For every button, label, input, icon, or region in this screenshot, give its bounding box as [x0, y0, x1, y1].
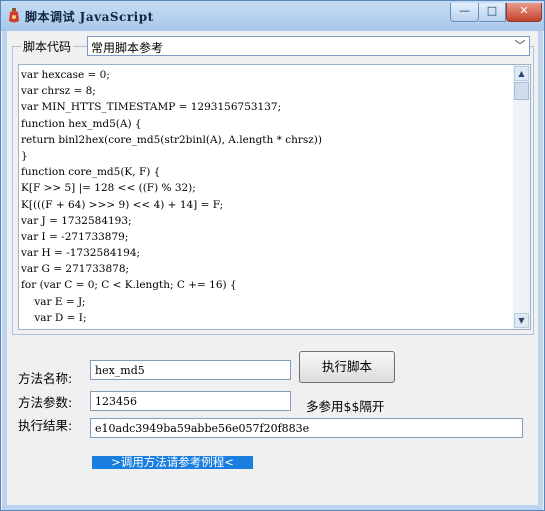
code-line: var chrsz = 8; — [21, 85, 96, 98]
method-name-input[interactable]: hex_md5 — [90, 360, 291, 380]
dropdown-value: 常用脚本参考 — [91, 41, 164, 55]
maximize-button[interactable]: □ — [479, 3, 506, 22]
code-line: for (var C = 0; C < K.length; C += 16) { — [21, 279, 237, 292]
code-line: var hexcase = 0; — [21, 69, 110, 81]
vertical-scrollbar[interactable]: ▲ ▼ — [513, 65, 530, 329]
maximize-icon: □ — [486, 4, 498, 17]
script-debug-window: 脚本调试 JavaScript — □ ✕ 脚本代码 常用脚本参考 ﹀ var … — [0, 0, 545, 511]
minimize-icon: — — [459, 4, 470, 17]
scroll-thumb[interactable] — [514, 82, 529, 100]
method-param-value: 123456 — [95, 395, 137, 408]
code-line: var D = I; — [21, 311, 87, 324]
close-button[interactable]: ✕ — [506, 3, 542, 22]
result-field[interactable]: e10adc3949ba59abbe56e057f20f883e — [90, 418, 523, 438]
code-line: var MIN_HTTS_TIMESTAMP = 1293156753137; — [21, 101, 282, 114]
scroll-down-icon[interactable]: ▼ — [514, 313, 529, 328]
code-line: var H = -1732584194; — [21, 247, 141, 260]
code-line: var I = -271733879; — [21, 230, 129, 243]
code-text[interactable]: var hexcase = 0; var chrsz = 8; var MIN_HT… — [21, 67, 515, 329]
code-editor[interactable]: var hexcase = 0; var chrsz = 8; var MIN_HT… — [18, 64, 531, 330]
method-name-value: hex_md5 — [95, 364, 145, 377]
script-code-label: 脚本代码 — [21, 38, 74, 55]
minimize-button[interactable]: — — [450, 3, 479, 22]
code-line: var J = 1732584193; — [21, 214, 132, 227]
code-line: function core_md5(K, F) { — [21, 166, 161, 179]
method-param-label: 方法参数: — [18, 395, 73, 410]
run-script-button[interactable]: 执行脚本 — [299, 351, 395, 383]
result-label: 执行结果: — [18, 418, 73, 433]
param-hint: 多参用$$隔开 — [306, 399, 385, 414]
code-line: var G = 271733878; — [21, 263, 130, 276]
scroll-up-icon[interactable]: ▲ — [514, 66, 529, 81]
window-title: 脚本调试 JavaScript — [25, 10, 154, 24]
close-icon: ✕ — [519, 4, 529, 17]
example-link[interactable]: >调用方法请参考例程< — [92, 456, 253, 469]
code-line: K[(((F + 64) >>> 9) << 4) + 14] = F; — [21, 198, 224, 211]
method-name-label: 方法名称: — [18, 371, 73, 386]
code-line: K[F >> 5] |= 128 << ((F) % 32); — [21, 182, 196, 195]
code-line: return binl2hex(core_md5(str2binl(A), A.… — [21, 133, 322, 146]
result-value: e10adc3949ba59abbe56e057f20f883e — [95, 422, 310, 435]
app-icon — [9, 8, 19, 23]
script-reference-dropdown[interactable]: 常用脚本参考 ﹀ — [87, 36, 530, 56]
chevron-down-icon[interactable]: ﹀ — [512, 38, 528, 54]
code-line: var B = H; — [21, 326, 515, 329]
method-param-input[interactable]: 123456 — [90, 391, 291, 411]
code-line: } — [21, 149, 28, 162]
code-line: function hex_md5(A) { — [21, 117, 142, 130]
code-line: var E = J; — [21, 295, 86, 308]
title-bar[interactable]: 脚本调试 JavaScript — □ ✕ — [1, 1, 544, 31]
